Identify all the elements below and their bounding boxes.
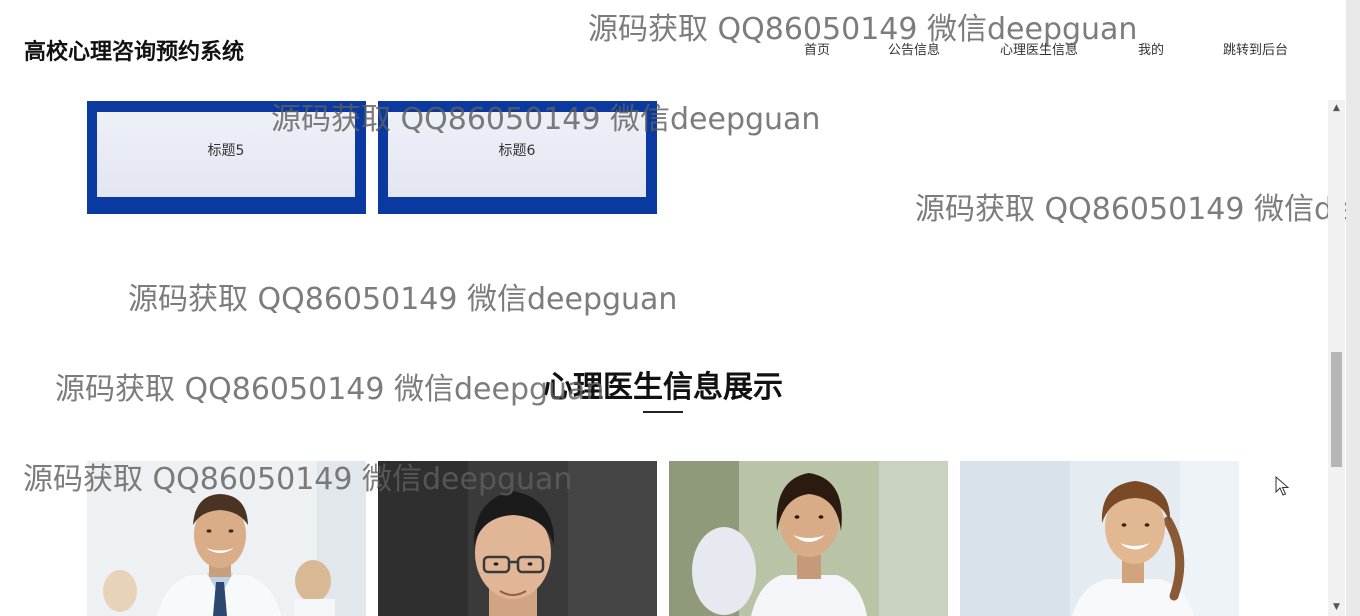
banner-card[interactable]: 标题5 xyxy=(87,101,366,214)
scroll-down-arrow-icon[interactable]: ▼ xyxy=(1328,599,1345,616)
doctor-card[interactable] xyxy=(960,461,1239,616)
nav-announcements[interactable]: 公告信息 xyxy=(888,39,940,58)
banner-card-title: 标题5 xyxy=(207,143,245,159)
doctor-photo xyxy=(87,461,366,616)
doctor-card[interactable] xyxy=(669,461,948,616)
doctor-photo xyxy=(669,461,948,616)
mouse-cursor-icon xyxy=(1275,476,1289,496)
watermark-text: 源码获取 QQ86050149 微信dee xyxy=(915,192,1360,227)
banner-card-inner: 标题5 xyxy=(97,112,355,197)
watermark-text: 源码获取 QQ86050149 微信deepguan xyxy=(128,282,678,317)
section-title: 心理医生信息展示 xyxy=(543,370,783,405)
banner-card[interactable]: 标题6 xyxy=(378,101,657,214)
doctor-card[interactable] xyxy=(378,461,657,616)
banner-card-title: 标题6 xyxy=(498,143,536,159)
page-scrollbar[interactable]: ▲ ▼ xyxy=(1328,100,1345,616)
banner-card-inner: 标题6 xyxy=(388,112,646,197)
window-edge-scrollbar xyxy=(1346,0,1360,616)
doctor-photo xyxy=(378,461,657,616)
doctor-photo xyxy=(960,461,1239,616)
nav-doctors[interactable]: 心理医生信息 xyxy=(1000,39,1078,58)
doctor-card[interactable] xyxy=(87,461,366,616)
main-nav: 首页 公告信息 心理医生信息 我的 跳转到后台 xyxy=(0,39,1340,58)
scroll-thumb[interactable] xyxy=(1331,352,1342,467)
section-underline xyxy=(643,411,683,413)
nav-admin[interactable]: 跳转到后台 xyxy=(1223,39,1288,58)
scroll-up-arrow-icon[interactable]: ▲ xyxy=(1328,100,1345,117)
nav-home[interactable]: 首页 xyxy=(804,39,830,58)
nav-mine[interactable]: 我的 xyxy=(1138,39,1164,58)
